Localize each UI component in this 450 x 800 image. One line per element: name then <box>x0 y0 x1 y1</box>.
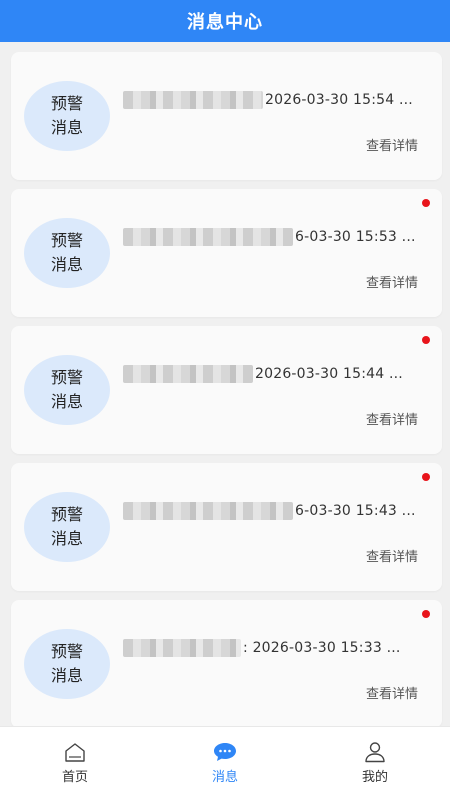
message-time: 2026-03-30 15:44 ... <box>255 366 403 382</box>
redacted-text <box>123 502 293 520</box>
message-summary: 2026-03-30 15:54 ... <box>123 90 428 110</box>
tab-profile-label: 我的 <box>361 770 388 785</box>
badge-label-line2: 消息 <box>50 529 83 548</box>
message-summary: : 2026-03-30 15:33 ... <box>123 638 428 658</box>
message-card[interactable]: 预警 消息 6-03-30 15:53 ... 查看详情 <box>11 189 442 317</box>
unread-dot <box>422 336 430 344</box>
badge-label-line1: 预警 <box>50 94 83 113</box>
profile-icon <box>365 742 385 763</box>
app-root: 消息中心 预警 消息 2026-03-30 15:54 ... 查看详情 预警 … <box>0 0 450 800</box>
message-summary: 2026-03-30 15:44 ... <box>123 364 428 384</box>
badge-label-line2: 消息 <box>50 118 83 137</box>
view-details-link[interactable]: 查看详情 <box>366 135 418 154</box>
warning-message-badge: 预警 消息 <box>24 218 110 288</box>
page-title-bar: 消息中心 <box>0 0 450 42</box>
badge-label-line1: 预警 <box>50 642 83 661</box>
message-card[interactable]: 预警 消息 2026-03-30 15:54 ... 查看详情 <box>11 52 442 180</box>
message-card[interactable]: 预警 消息 6-03-30 15:43 ... 查看详情 <box>11 463 442 591</box>
view-details-link[interactable]: 查看详情 <box>366 409 418 428</box>
view-details-link[interactable]: 查看详情 <box>366 272 418 291</box>
tab-home[interactable]: 首页 <box>0 727 150 800</box>
unread-dot <box>422 199 430 207</box>
message-time: : 2026-03-30 15:33 ... <box>243 640 401 656</box>
redacted-text <box>123 639 241 657</box>
tab-home-label: 首页 <box>61 770 88 785</box>
bottom-tab-bar: 首页 消息 我的 <box>0 726 450 800</box>
redacted-text <box>123 228 293 246</box>
message-icon <box>214 743 236 761</box>
warning-message-badge: 预警 消息 <box>24 81 110 151</box>
view-details-link[interactable]: 查看详情 <box>366 683 418 702</box>
tab-messages-label: 消息 <box>211 770 238 785</box>
badge-label-line1: 预警 <box>50 368 83 387</box>
unread-dot <box>422 473 430 481</box>
message-summary: 6-03-30 15:43 ... <box>123 501 428 521</box>
message-time: 2026-03-30 15:54 ... <box>265 92 413 108</box>
message-time: 6-03-30 15:43 ... <box>295 503 416 519</box>
warning-message-badge: 预警 消息 <box>24 492 110 562</box>
badge-label-line2: 消息 <box>50 666 83 685</box>
badge-label-line1: 预警 <box>50 505 83 524</box>
message-summary: 6-03-30 15:53 ... <box>123 227 428 247</box>
tab-messages[interactable]: 消息 <box>150 727 300 800</box>
message-list[interactable]: 预警 消息 2026-03-30 15:54 ... 查看详情 预警 消息 6-… <box>0 42 450 726</box>
badge-label-line2: 消息 <box>50 255 83 274</box>
redacted-text <box>123 91 263 109</box>
page-title: 消息中心 <box>187 12 263 33</box>
view-details-link[interactable]: 查看详情 <box>366 546 418 565</box>
message-card[interactable]: 预警 消息 2026-03-30 15:44 ... 查看详情 <box>11 326 442 454</box>
unread-dot <box>422 610 430 618</box>
tab-profile[interactable]: 我的 <box>300 727 450 800</box>
badge-label-line2: 消息 <box>50 392 83 411</box>
warning-message-badge: 预警 消息 <box>24 355 110 425</box>
redacted-text <box>123 365 253 383</box>
badge-label-line1: 预警 <box>50 231 83 250</box>
home-icon <box>65 743 85 762</box>
message-card[interactable]: 预警 消息 : 2026-03-30 15:33 ... 查看详情 <box>11 600 442 726</box>
warning-message-badge: 预警 消息 <box>24 629 110 699</box>
message-time: 6-03-30 15:53 ... <box>295 229 416 245</box>
